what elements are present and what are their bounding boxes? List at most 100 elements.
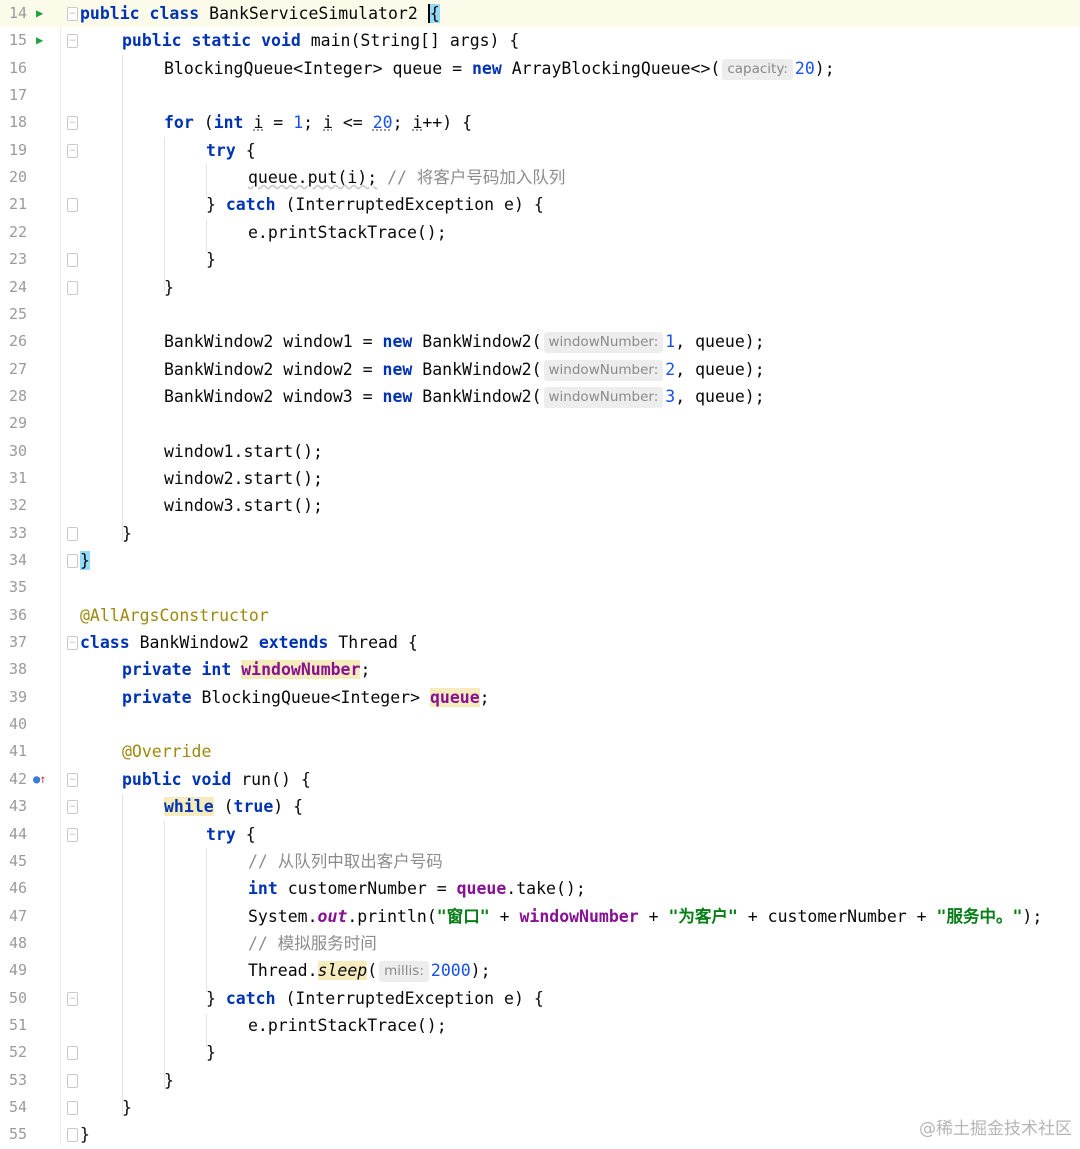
line-number: 26 — [8, 332, 27, 351]
code-line[interactable]: 18− for (int i = 1; i <= 20; i++) { — [0, 109, 1080, 136]
code-token: ( — [367, 961, 378, 981]
fold-open-icon[interactable]: − — [67, 116, 78, 131]
line-number: 16 — [8, 58, 27, 77]
fold-open-icon[interactable]: − — [67, 7, 78, 21]
code-line[interactable]: 43 − while (true) { — [0, 793, 1080, 820]
comment: // 将客户号码加入队列 — [387, 168, 566, 188]
code-line[interactable]: 52} — [0, 1039, 1080, 1066]
run-icon[interactable]: ▶ — [36, 27, 43, 54]
code-line[interactable]: 19 − try { — [0, 137, 1080, 164]
code-line[interactable]: 16 BlockingQueue<Integer> queue = new Arr… — [0, 55, 1080, 82]
code-token: { — [235, 140, 256, 160]
fold-close-icon[interactable] — [67, 253, 78, 268]
code-line[interactable]: 25 — [0, 301, 1080, 328]
code-token: BlockingQueue<Integer> — [191, 687, 430, 707]
code-token: } — [206, 988, 226, 1008]
code-line[interactable]: 27 BankWindow2 window2 = new BankWindow2(… — [0, 356, 1080, 383]
fold-open-icon[interactable]: − — [67, 800, 78, 815]
fold-close-icon[interactable] — [67, 554, 78, 568]
code-line[interactable]: 15 ▶ − public static void main(String[] arg… — [0, 27, 1080, 54]
number-literal: 3 — [665, 386, 676, 406]
parameter-hint: windowNumber: — [543, 386, 664, 408]
fold-open-icon[interactable]: − — [67, 143, 78, 158]
fold-open-icon[interactable]: − — [67, 772, 78, 787]
fold-open-icon[interactable]: − — [67, 34, 78, 49]
line-number: 41 — [8, 742, 27, 761]
code-line[interactable]: 21} catch (InterruptedException e) { — [0, 191, 1080, 218]
fold-close-icon[interactable] — [67, 1073, 78, 1088]
code-line[interactable]: 28 BankWindow2 window3 = new BankWindow2(… — [0, 383, 1080, 410]
code-line[interactable]: 20 queue.put(i); // 将客户号码加入队列 — [0, 164, 1080, 191]
code-line[interactable]: 22 e.printStackTrace(); — [0, 219, 1080, 246]
fold-open-icon[interactable]: − — [67, 991, 78, 1006]
line-number: 47 — [8, 906, 27, 925]
fold-close-icon[interactable] — [67, 1128, 78, 1143]
code-line[interactable]: 31 window2.start(); — [0, 465, 1080, 492]
line-number: 32 — [8, 496, 27, 515]
code-line[interactable]: 38 private int windowNumber; — [0, 656, 1080, 683]
code-token: run() { — [231, 769, 311, 789]
code-line[interactable]: 17 — [0, 82, 1080, 109]
keyword: new — [471, 58, 502, 78]
code-line[interactable]: 24} — [0, 274, 1080, 301]
code-line[interactable]: 39 private BlockingQueue<Integer> queue; — [0, 684, 1080, 711]
code-token: } — [80, 1125, 90, 1145]
code-line[interactable]: 42 ●↑ − public void run() { — [0, 766, 1080, 793]
code-line[interactable]: 23} — [0, 246, 1080, 273]
code-line[interactable]: 41 @Override — [0, 738, 1080, 765]
code-line[interactable]: 44 − try { — [0, 821, 1080, 848]
code-token: ); — [814, 58, 835, 78]
code-line[interactable]: 54} — [0, 1094, 1080, 1121]
code-line[interactable]: 50−} catch (InterruptedException e) { — [0, 985, 1080, 1012]
override-icon[interactable]: ●↑ — [33, 766, 46, 793]
variable: i — [253, 113, 264, 133]
code-line[interactable]: 29 — [0, 410, 1080, 437]
line-number: 33 — [8, 523, 27, 542]
code-token: , queue); — [675, 332, 765, 352]
code-line[interactable]: 49 Thread.sleep(millis: 2000); — [0, 957, 1080, 984]
code-text: e.printStackTrace(); — [248, 1012, 447, 1039]
code-token: BankWindow2( — [422, 386, 542, 406]
keyword: catch — [225, 988, 276, 1008]
code-line[interactable]: 35 — [0, 574, 1080, 601]
code-line[interactable]: 45 // 从队列中取出客户号码 — [0, 848, 1080, 875]
code-line[interactable]: 30 window1.start(); — [0, 438, 1080, 465]
fold-open-icon[interactable]: − — [67, 636, 78, 651]
keyword: catch — [225, 195, 276, 215]
code-editor[interactable]: 14 ▶ − public class BankServiceSimulator2 {… — [0, 0, 1080, 1145]
string-literal: "为客户" — [668, 906, 738, 926]
code-line[interactable]: 51 e.printStackTrace(); — [0, 1012, 1080, 1039]
code-line[interactable]: 48 // 模拟服务时间 — [0, 930, 1080, 957]
line-number: 31 — [8, 468, 27, 487]
fold-close-icon[interactable] — [67, 198, 78, 213]
fold-close-icon[interactable] — [67, 526, 78, 541]
code-line[interactable]: 26 BankWindow2 window1 = new BankWindow2(… — [0, 328, 1080, 355]
run-icon[interactable]: ▶ — [36, 0, 43, 27]
code-token: BlockingQueue<Integer> queue = — [164, 58, 472, 78]
fold-close-icon[interactable] — [67, 1046, 78, 1061]
code-line[interactable]: 47 System.out.println("窗口" + windowNumber… — [0, 903, 1080, 930]
fold-close-icon[interactable] — [67, 280, 78, 295]
line-number: 34 — [8, 551, 27, 569]
code-line[interactable]: 40 — [0, 711, 1080, 738]
comment: // 模拟服务时间 — [248, 933, 377, 953]
code-text: BlockingQueue<Integer> queue = new Array… — [164, 55, 835, 82]
code-line[interactable]: 33} — [0, 520, 1080, 547]
code-token: (InterruptedException e) { — [275, 988, 544, 1008]
code-text: } catch (InterruptedException e) { — [206, 985, 544, 1012]
code-line[interactable]: 36 @AllArgsConstructor — [0, 602, 1080, 629]
code-line[interactable]: 46 int customerNumber = queue.take(); — [0, 875, 1080, 902]
code-line[interactable]: 37 − class BankWindow2 extends Thread { — [0, 629, 1080, 656]
line-number: 21 — [8, 195, 27, 214]
code-line[interactable]: 32 window3.start(); — [0, 492, 1080, 519]
fold-open-icon[interactable]: − — [67, 827, 78, 842]
code-token: window3.start(); — [164, 496, 323, 516]
code-token: ( — [193, 113, 214, 133]
code-token: } — [164, 1070, 174, 1090]
code-line[interactable]: 34} — [0, 547, 1080, 574]
code-line[interactable]: 53} — [0, 1067, 1080, 1094]
fold-close-icon[interactable] — [67, 1101, 78, 1115]
keyword: try — [206, 824, 236, 844]
code-token: BankWindow2( — [422, 332, 542, 352]
code-line[interactable]: 14 ▶ − public class BankServiceSimulator2 { — [0, 0, 1080, 28]
